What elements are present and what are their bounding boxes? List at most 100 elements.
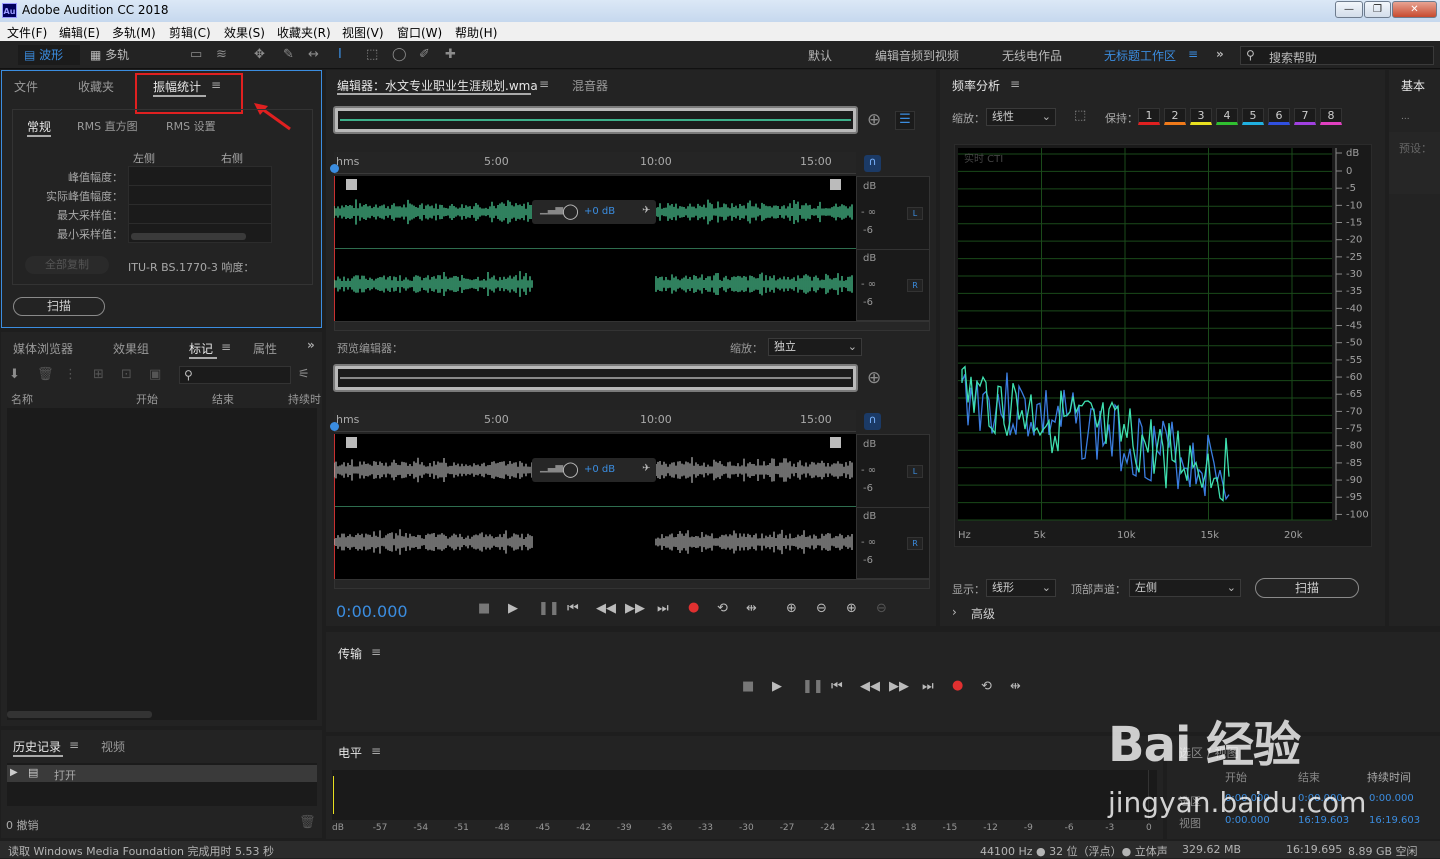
more-icon[interactable]: ... [1401, 112, 1410, 122]
hold-button-1[interactable]: 1 [1138, 108, 1160, 125]
record-icon[interactable]: ● [688, 600, 699, 615]
insert-to-playlist-icon[interactable]: ⊞ [93, 367, 104, 382]
col-start[interactable]: 开始 [136, 391, 158, 407]
volume-knob-icon[interactable]: ◯ [562, 460, 579, 478]
menu-multitrack[interactable]: 多轨(M) [112, 24, 156, 41]
hold-button-3[interactable]: 3 [1190, 108, 1212, 125]
tab-history[interactable]: 历史记录 [13, 738, 61, 755]
skip-selection-icon[interactable]: ⇹ [746, 601, 757, 616]
zoom-in-amplitude-icon[interactable]: ⊕ [786, 601, 797, 616]
slip-tool-icon[interactable]: ↔ [308, 47, 319, 62]
loop-icon[interactable]: ⟲ [981, 679, 992, 694]
editor-menu-icon[interactable]: ≡ [539, 77, 549, 91]
stop-icon[interactable]: ■ [478, 601, 490, 616]
play-icon[interactable]: ▶ [772, 679, 782, 694]
hold-button-7[interactable]: 7 [1294, 108, 1316, 125]
delete-history-icon[interactable]: 🗑 [299, 815, 316, 830]
workspace-radio[interactable]: 无线电作品 [1002, 47, 1062, 64]
history-item[interactable]: ▶ ▤ 打开 [7, 765, 317, 782]
subtab-rms-settings[interactable]: RMS 设置 [166, 118, 216, 134]
preview-playhead-marker[interactable] [330, 422, 339, 431]
hud-pin-icon[interactable]: ✈ [642, 463, 650, 474]
subtab-general[interactable]: 常规 [27, 118, 51, 135]
history-menu-icon[interactable]: ≡ [69, 738, 79, 752]
minimize-button[interactable]: — [1335, 1, 1363, 18]
tab-favorites[interactable]: 收藏夹 [78, 78, 114, 95]
channel-r-toggle[interactable]: R [907, 279, 923, 292]
preview-waveform[interactable]: ▁▃▅ ◯ +0 dB ✈ [334, 434, 856, 579]
editor-overview[interactable] [333, 106, 858, 134]
hud-pin-icon[interactable]: ✈ [642, 205, 650, 216]
pause-icon[interactable]: ❚❚ [802, 679, 824, 694]
menu-effects[interactable]: 效果(S) [224, 24, 265, 41]
menu-clip[interactable]: 剪辑(C) [169, 24, 211, 41]
preview-zoom-select[interactable]: 独立 ⌄ [768, 338, 862, 356]
workspace-untitled[interactable]: 无标题工作区 [1104, 47, 1176, 64]
editor-waveform[interactable]: ▁▃▅ ◯ +0 dB ✈ [334, 176, 856, 321]
playhead-marker[interactable] [330, 164, 339, 173]
preview-playhead-lock-icon[interactable]: ∩ [864, 413, 881, 430]
tab-files[interactable]: 文件 [14, 78, 38, 95]
zoom-out-amplitude-icon[interactable]: ⊖ [816, 601, 827, 616]
move-tool-icon[interactable]: ✥ [254, 47, 265, 62]
pitch-display-icon[interactable]: ≋ [216, 47, 227, 62]
delete-marker-icon[interactable]: 🗑 [37, 367, 54, 382]
hud-volume[interactable]: ▁▃▅ ◯ +0 dB ✈ [532, 200, 656, 224]
zoom-in-time-icon[interactable]: ⊕ [846, 601, 857, 616]
go-to-end-icon[interactable]: ⏭ [657, 601, 669, 616]
col-name[interactable]: 名称 [11, 391, 33, 407]
marker-icon[interactable]: ⬇ [9, 367, 20, 382]
fast-forward-icon[interactable]: ▶▶ [889, 679, 909, 694]
time-selection-tool-icon[interactable]: I [338, 47, 342, 62]
workspace-menu-icon[interactable]: ≡ [1188, 47, 1198, 61]
workspace-edit-to-video[interactable]: 编辑音频到视频 [875, 47, 959, 64]
transport-menu-icon[interactable]: ≡ [371, 645, 381, 659]
zoom-navigator-icon[interactable]: ⊕ [867, 110, 881, 130]
freq-zoom-select[interactable]: 线性 ⌄ [986, 108, 1056, 126]
volume-knob-icon[interactable]: ◯ [562, 202, 579, 220]
preview-overview[interactable] [333, 364, 858, 392]
tab-mixer[interactable]: 混音器 [572, 77, 608, 94]
healing-tool-icon[interactable]: ✚ [445, 47, 456, 62]
playhead-lock-icon[interactable]: ∩ [864, 155, 881, 172]
advanced-toggle[interactable]: 高级 [971, 605, 995, 622]
chevron-right-icon[interactable]: › [952, 605, 957, 619]
search-help-box[interactable]: ⚲ 搜索帮助 [1240, 46, 1434, 65]
filter-icon[interactable]: ⚟ [298, 367, 310, 382]
more-tabs-icon[interactable]: » [307, 338, 315, 352]
stop-icon[interactable]: ■ [742, 679, 754, 694]
go-to-start-icon[interactable]: ⏮ [831, 679, 843, 694]
freq-menu-icon[interactable]: ≡ [1010, 77, 1020, 91]
batch-process-icon[interactable]: ▣ [149, 367, 161, 382]
tab-effects-rack[interactable]: 效果组 [113, 340, 149, 357]
razor-tool-icon[interactable]: ✎ [283, 47, 294, 62]
col-end[interactable]: 结束 [212, 391, 234, 407]
play-icon[interactable]: ▶ [508, 601, 518, 616]
current-time-display[interactable]: 0:00.000 [336, 602, 408, 621]
maximize-button[interactable]: ❐ [1364, 1, 1391, 18]
col-duration[interactable]: 持续时 [288, 391, 321, 407]
record-icon[interactable]: ● [952, 678, 963, 693]
markers-search-input[interactable]: ⚲ [179, 366, 291, 384]
editor-time-ruler[interactable]: hms 5:00 10:00 15:00 [334, 152, 856, 174]
freq-scan-button[interactable]: 扫描 [1255, 578, 1359, 598]
loop-icon[interactable]: ⟲ [717, 601, 728, 616]
tab-frequency-analysis[interactable]: 频率分析 [952, 77, 1000, 94]
preview-fade-in-handle[interactable] [346, 437, 357, 448]
display-select[interactable]: 线形 ⌄ [986, 579, 1056, 597]
hold-button-2[interactable]: 2 [1164, 108, 1186, 125]
copy-all-button[interactable]: 全部复制 [25, 256, 109, 274]
preview-hud-volume[interactable]: ▁▃▅ ◯ +0 dB ✈ [532, 458, 656, 482]
selection-duration[interactable]: 0:00.000 [1369, 793, 1414, 804]
preview-scrollbar[interactable] [334, 579, 930, 589]
close-button[interactable]: ✕ [1392, 1, 1437, 18]
subtab-rms-histogram[interactable]: RMS 直方图 [77, 118, 138, 134]
workspace-default[interactable]: 默认 [808, 47, 832, 64]
tab-media-browser[interactable]: 媒体浏览器 [13, 340, 73, 357]
markers-scrollbar[interactable] [7, 711, 152, 718]
hold-button-8[interactable]: 8 [1320, 108, 1342, 125]
channel-l-toggle[interactable]: L [907, 207, 923, 220]
fade-out-handle[interactable] [830, 179, 841, 190]
multitrack-view-button[interactable]: ▦ 多轨 [84, 45, 144, 65]
stats-scrollbar[interactable] [131, 233, 246, 240]
